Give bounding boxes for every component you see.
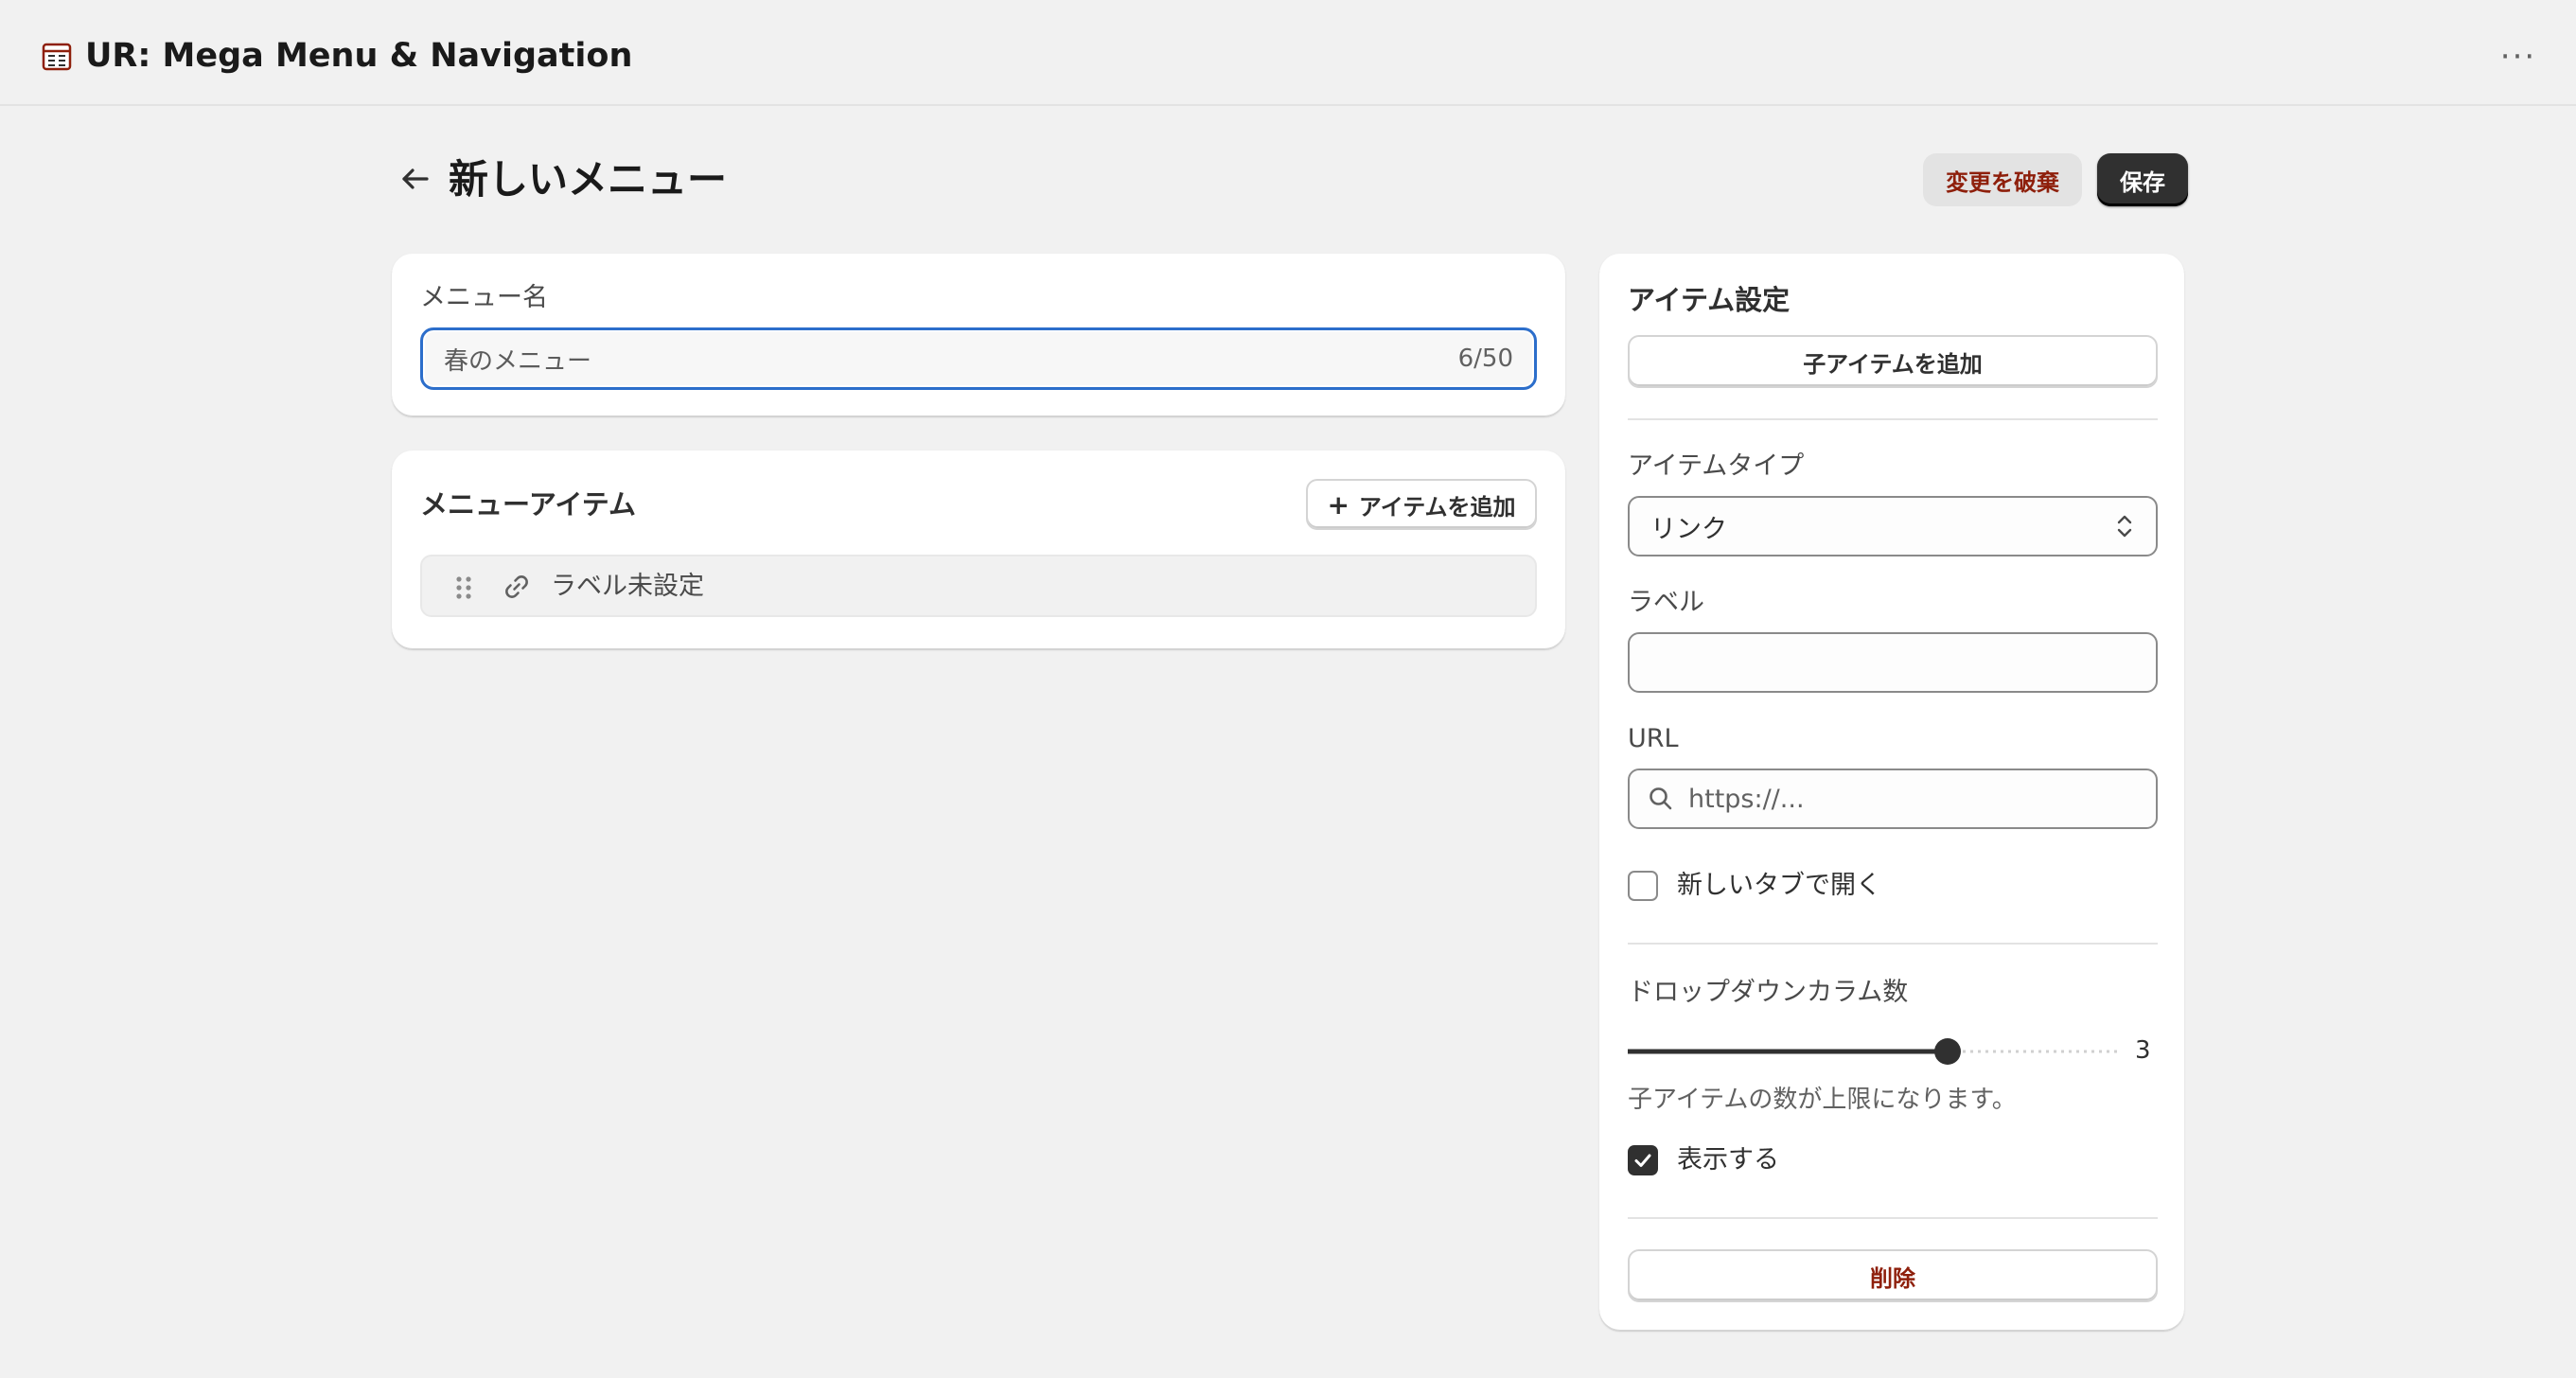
menu-name-input[interactable]: 春のメニュー 6/50 [420,327,1537,390]
app-header: UR: Mega Menu & Navigation ··· [0,0,2576,106]
discard-changes-button[interactable]: 変更を破棄 [1923,153,2082,206]
divider [1628,418,2158,420]
plus-icon: + [1327,488,1350,521]
divider [1628,943,2158,945]
more-actions-button[interactable]: ··· [2493,38,2544,76]
dropdown-columns-help-text: 子アイテムの数が上限になります。 [1628,1086,2017,1114]
slider-thumb[interactable] [1934,1038,1961,1065]
drag-handle-icon[interactable] [452,574,475,602]
add-item-label: アイテムを追加 [1358,493,1516,521]
menu-item-row[interactable]: ラベル未設定 [420,555,1537,617]
url-label: URL [1628,724,1679,753]
menu-name-value: 春のメニュー [444,346,592,376]
item-type-value: リンク [1650,514,1727,544]
page-title: 新しいメニュー [449,156,728,203]
show-checkbox[interactable] [1628,1145,1658,1175]
url-placeholder: https://... [1688,784,1805,814]
dropdown-columns-label: ドロップダウンカラム数 [1628,978,1909,1007]
add-child-item-button[interactable]: 子アイテムを追加 [1628,335,2158,388]
dropdown-columns-value: 3 [2135,1036,2151,1065]
open-new-tab-label: 新しいタブで開く [1677,871,1881,900]
menu-items-title: メニューアイテム [420,488,636,521]
link-icon [505,575,528,598]
checkmark-icon [1634,1154,1651,1167]
item-type-select[interactable]: リンク [1628,496,2158,556]
url-input[interactable]: https://... [1628,768,2158,829]
menu-name-label: メニュー名 [420,283,548,312]
app-title: UR: Mega Menu & Navigation [85,37,633,75]
divider [1628,1217,2158,1219]
open-new-tab-checkbox[interactable] [1628,871,1658,901]
item-type-label: アイテムタイプ [1628,451,1805,481]
menu-name-card: メニュー名 春のメニュー 6/50 [392,254,1565,416]
ellipsis-icon: ··· [2499,38,2537,76]
menu-items-card: メニューアイテム + アイテムを追加 ラベル未設定 [392,450,1565,649]
item-settings-card: アイテム設定 子アイテムを追加 アイテムタイプ リンク ラベル URL http… [1599,254,2184,1331]
save-button[interactable]: 保存 [2097,153,2188,206]
delete-button[interactable]: 削除 [1628,1249,2158,1302]
back-arrow-icon[interactable] [396,159,435,199]
label-input[interactable] [1628,632,2158,693]
table-icon [42,43,72,71]
character-count: 6/50 [1457,344,1513,373]
search-icon [1650,787,1672,810]
dropdown-columns-slider[interactable] [1628,1037,2120,1066]
add-item-button[interactable]: + アイテムを追加 [1306,479,1537,530]
menu-item-label: ラベル未設定 [551,572,704,601]
select-chevron-icon [2117,515,2132,538]
item-settings-title: アイテム設定 [1628,284,1791,316]
show-label: 表示する [1677,1145,1779,1175]
label-field-label: ラベル [1628,588,1704,617]
